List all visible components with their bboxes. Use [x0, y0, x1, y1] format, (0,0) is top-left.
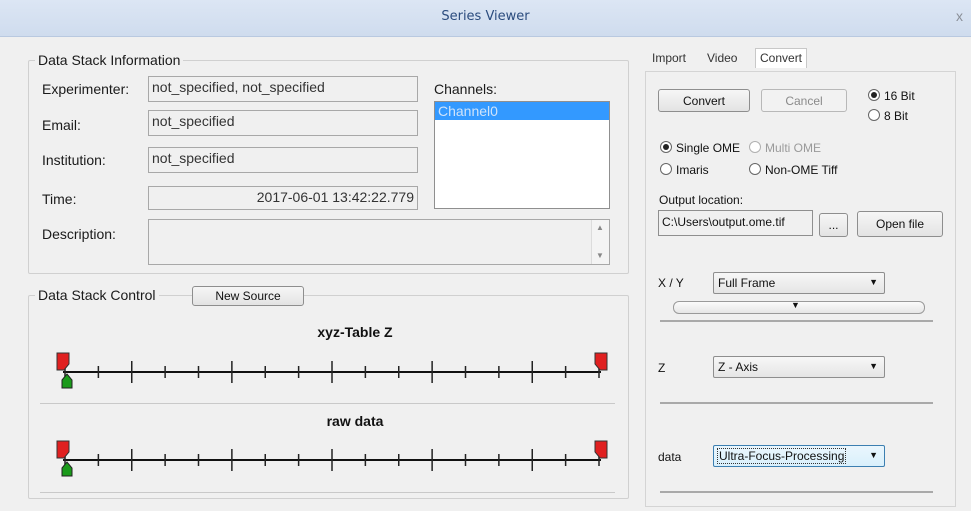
tab-convert[interactable]: Convert — [755, 48, 808, 68]
z-select[interactable]: Z - Axis ▼ — [713, 356, 885, 378]
xy-select-value: Full Frame — [718, 276, 776, 290]
track-title-raw: raw data — [326, 413, 384, 429]
xy-label: X / Y — [658, 276, 684, 290]
channel-item[interactable]: Channel0 — [435, 102, 609, 120]
radio-8-bit[interactable]: 8 Bit — [868, 109, 908, 123]
chevron-down-icon: ▼ — [869, 277, 878, 287]
xyz-table-slider[interactable] — [55, 350, 613, 392]
raw-data-slider[interactable] — [55, 438, 613, 480]
z-select-value: Z - Axis — [718, 360, 759, 374]
institution-label: Institution: — [42, 152, 106, 168]
radio-single-ome[interactable]: Single OME — [660, 141, 740, 155]
radio-empty-icon — [660, 163, 672, 175]
radio-empty-icon — [868, 109, 880, 121]
data-select-value: Ultra-Focus-Processing — [716, 448, 847, 464]
tab-import[interactable]: Import — [652, 51, 686, 65]
description-label: Description: — [42, 226, 116, 242]
cancel-button[interactable]: Cancel — [761, 89, 847, 112]
browse-button[interactable]: ... — [819, 213, 848, 237]
end-handle-icon[interactable] — [594, 440, 608, 459]
channels-label: Channels: — [434, 81, 498, 97]
start-handle-icon[interactable] — [56, 352, 70, 371]
radio-imaris-label: Imaris — [676, 163, 709, 177]
expand-down-icon: ▼ — [791, 300, 800, 310]
scroll-down-icon[interactable]: ▼ — [596, 251, 604, 260]
experimenter-field[interactable]: not_specified, not_specified — [148, 76, 418, 102]
description-field[interactable]: ▲ ▼ — [148, 219, 610, 265]
radio-single-ome-label: Single OME — [676, 141, 741, 155]
xy-select[interactable]: Full Frame ▼ — [713, 272, 885, 294]
radio-multi-ome[interactable]: Multi OME — [749, 141, 821, 155]
position-cursor-icon[interactable] — [61, 461, 73, 477]
data-stack-information-legend: Data Stack Information — [38, 52, 181, 68]
email-label: Email: — [42, 117, 81, 133]
radio-16-bit[interactable]: 16 Bit — [868, 89, 915, 103]
time-label: Time: — [42, 191, 77, 207]
radio-empty-icon — [749, 163, 761, 175]
radio-selected-icon — [660, 141, 672, 153]
data-label: data — [658, 450, 682, 464]
radio-8-bit-label: 8 Bit — [884, 109, 909, 123]
radio-non-ome-tiff-label: Non-OME Tiff — [765, 163, 838, 177]
institution-field[interactable]: not_specified — [148, 147, 418, 173]
radio-16-bit-label: 16 Bit — [884, 89, 915, 103]
convert-button[interactable]: Convert — [658, 89, 750, 112]
radio-multi-ome-label: Multi OME — [765, 141, 822, 155]
email-field[interactable]: not_specified — [148, 110, 418, 136]
output-location-label: Output location: — [659, 193, 744, 207]
data-select[interactable]: Ultra-Focus-Processing ▼ — [713, 445, 885, 467]
time-field[interactable]: 2017-06-01 13:42:22.779 — [148, 186, 418, 210]
track-divider — [40, 492, 615, 493]
output-location-field[interactable]: C:\Users\output.ome.tif — [658, 210, 813, 236]
position-cursor-icon[interactable] — [61, 373, 73, 389]
channels-list[interactable]: Channel0 — [434, 101, 610, 209]
radio-selected-icon — [868, 89, 880, 101]
chevron-down-icon: ▼ — [869, 450, 878, 460]
z-label: Z — [658, 361, 666, 375]
data-stack-control-legend: Data Stack Control — [38, 287, 156, 303]
radio-non-ome-tiff[interactable]: Non-OME Tiff — [749, 163, 837, 177]
open-file-button[interactable]: Open file — [857, 211, 943, 237]
radio-imaris[interactable]: Imaris — [660, 163, 709, 177]
window-title: Series Viewer — [441, 9, 530, 24]
tab-video[interactable]: Video — [707, 51, 737, 65]
scroll-up-icon[interactable]: ▲ — [596, 223, 604, 232]
chevron-down-icon: ▼ — [869, 361, 878, 371]
track-title-xyz: xyz-Table Z — [317, 324, 393, 340]
xy-divider — [660, 320, 933, 322]
end-handle-icon[interactable] — [594, 352, 608, 371]
track-divider — [40, 403, 615, 404]
z-divider — [660, 402, 933, 404]
description-scrollbar[interactable]: ▲ ▼ — [591, 220, 609, 264]
start-handle-icon[interactable] — [56, 440, 70, 459]
new-source-button[interactable]: New Source — [192, 286, 304, 306]
experimenter-label: Experimenter: — [42, 81, 130, 97]
radio-empty-icon — [749, 141, 761, 153]
title-bar: Series Viewer x — [0, 0, 971, 37]
data-divider — [660, 491, 933, 493]
close-icon[interactable]: x — [956, 8, 963, 24]
slider-track[interactable] — [55, 438, 613, 480]
slider-track[interactable] — [55, 350, 613, 392]
expand-bar[interactable]: ▼ — [673, 300, 925, 314]
